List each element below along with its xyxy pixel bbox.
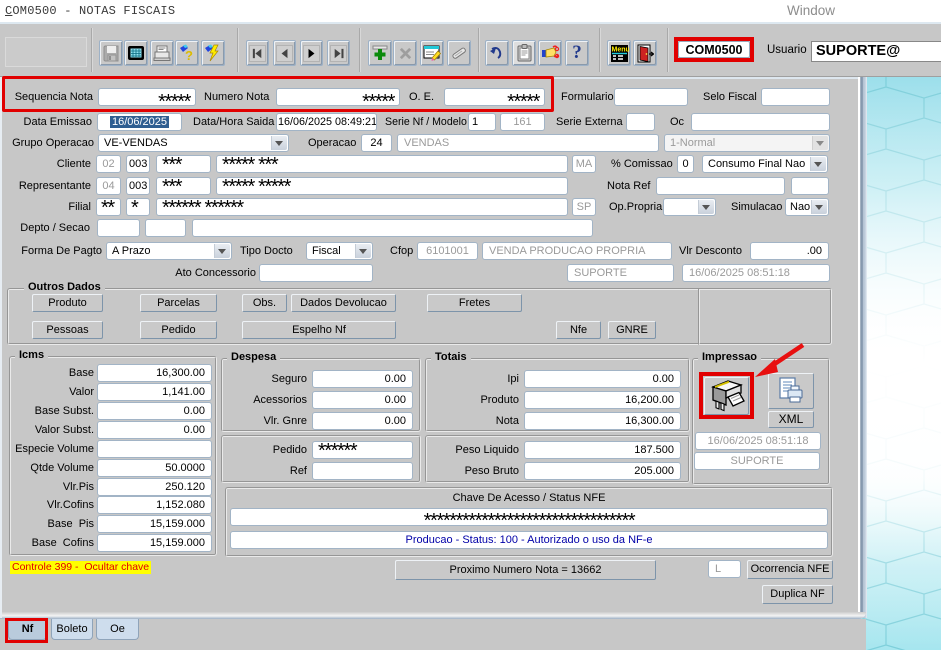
svg-text:Menu: Menu [611,46,629,53]
svg-text:?: ? [185,48,193,62]
